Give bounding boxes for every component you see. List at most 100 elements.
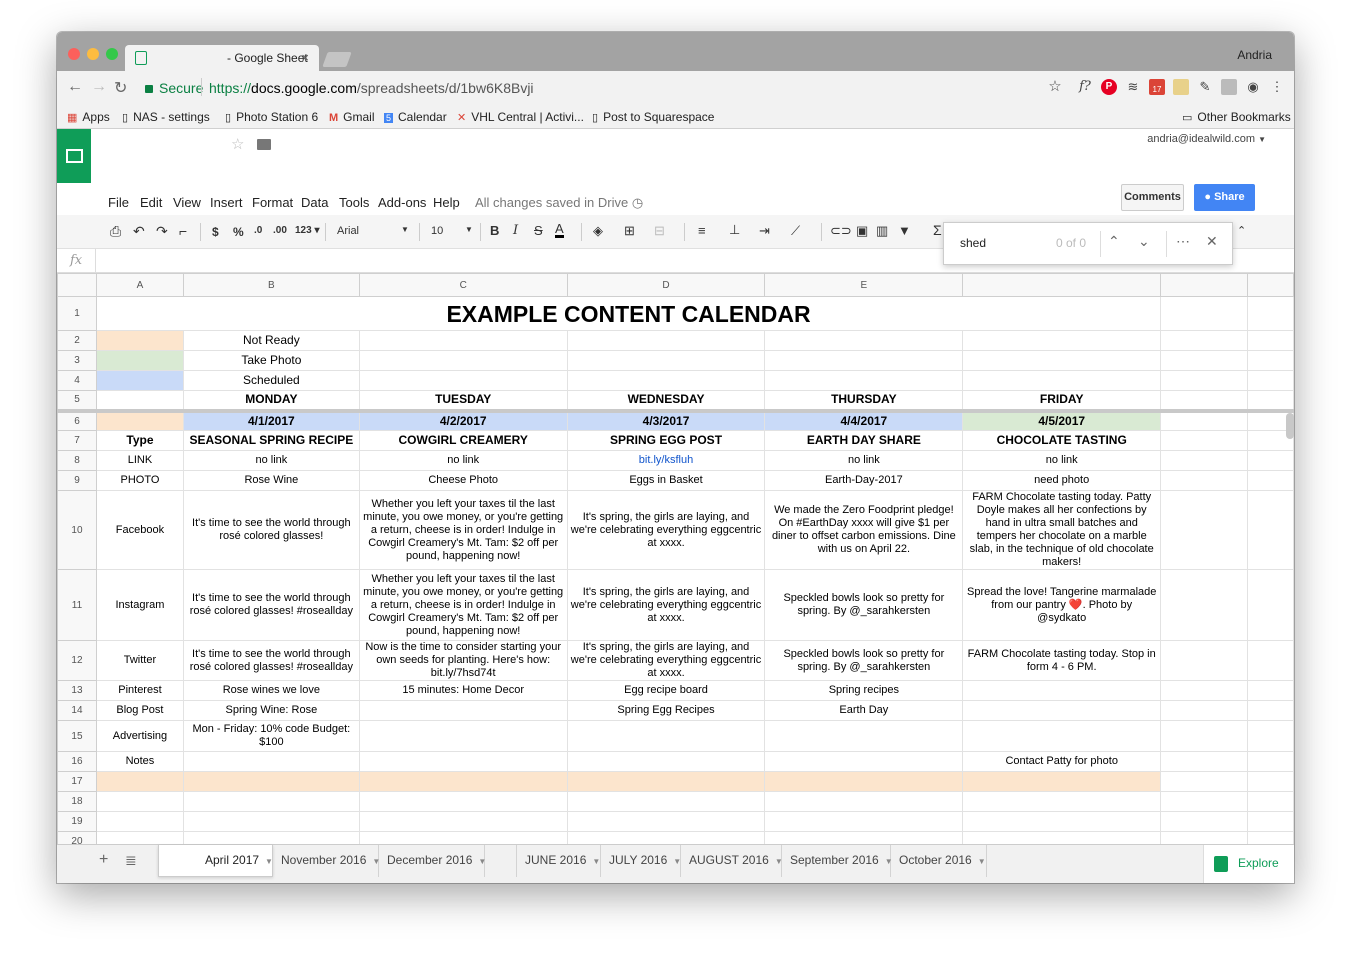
column-header[interactable]: B <box>182 273 360 297</box>
cell[interactable] <box>358 370 568 391</box>
cell[interactable] <box>1160 490 1248 570</box>
close-tab-icon[interactable]: × <box>301 50 309 65</box>
cell[interactable] <box>566 720 766 752</box>
row-header[interactable]: 8 <box>57 450 97 471</box>
cell[interactable] <box>1247 296 1294 331</box>
sheet-tab[interactable]: AUGUST 2016 ▼ <box>681 845 783 877</box>
cell[interactable] <box>764 811 964 832</box>
bookmark-star-icon[interactable]: ☆ <box>1047 79 1063 95</box>
row-label[interactable]: LINK <box>95 450 184 471</box>
row-header[interactable]: 19 <box>57 811 97 832</box>
cell[interactable] <box>962 350 1162 371</box>
cell[interactable] <box>1160 410 1248 431</box>
cell[interactable] <box>1160 720 1248 752</box>
share-button[interactable]: ● Share <box>1194 184 1255 211</box>
cell[interactable] <box>1160 370 1248 391</box>
text-wrap-icon[interactable]: ⇥ <box>759 223 770 239</box>
menu-addons[interactable]: Add-ons <box>378 195 426 210</box>
insert-link-icon[interactable]: ⊂⊃ <box>830 223 852 239</box>
cell[interactable]: Eggs in Basket <box>566 470 766 491</box>
cell[interactable] <box>764 720 964 752</box>
cell[interactable]: need photo <box>962 470 1162 491</box>
cell[interactable] <box>1160 751 1248 772</box>
cell[interactable] <box>358 811 568 832</box>
cell[interactable] <box>1247 350 1294 371</box>
vertical-scrollbar[interactable] <box>1286 413 1294 439</box>
cell[interactable]: It's time to see the world through rosé … <box>182 490 360 570</box>
bookmark-apps[interactable]: ▦ Apps <box>67 110 110 124</box>
cell[interactable] <box>962 370 1162 391</box>
all-sheets-icon[interactable]: ≣ <box>125 852 137 869</box>
forward-arrow-icon[interactable]: → <box>91 78 107 96</box>
collapse-header-icon[interactable]: ⌃ <box>1237 224 1246 237</box>
post-type-cell[interactable]: SPRING EGG POST <box>566 430 766 451</box>
cell[interactable] <box>358 720 568 752</box>
cell[interactable] <box>962 791 1162 812</box>
filter-icon[interactable]: ▼ <box>898 223 911 238</box>
close-window-button[interactable] <box>68 48 80 60</box>
cell[interactable] <box>1160 811 1248 832</box>
cell[interactable]: Speckled bowls look so pretty for spring… <box>764 640 964 681</box>
calendar-title[interactable]: EXAMPLE CONTENT CALENDAR <box>95 296 1162 331</box>
cell[interactable] <box>1160 680 1248 701</box>
cell[interactable] <box>962 771 1162 792</box>
percent-format-button[interactable]: % <box>233 225 244 239</box>
redo-icon[interactable]: ↷ <box>156 223 168 240</box>
cell[interactable]: Spring recipes <box>764 680 964 701</box>
reload-icon[interactable]: ↻ <box>114 78 127 98</box>
more-formats-button[interactable]: 123 ▾ <box>295 225 320 236</box>
cell[interactable] <box>95 811 184 832</box>
date-cell[interactable]: 4/3/2017 <box>566 410 766 431</box>
back-arrow-icon[interactable]: ← <box>67 78 83 96</box>
row-label[interactable]: Advertising <box>95 720 184 752</box>
cell[interactable] <box>1160 430 1248 451</box>
folder-icon[interactable] <box>257 139 271 150</box>
cell[interactable] <box>1247 771 1294 792</box>
cell[interactable] <box>764 771 964 792</box>
row-header[interactable]: 14 <box>57 700 97 721</box>
cell[interactable] <box>962 700 1162 721</box>
legend-swatch-take-photo[interactable] <box>95 350 184 371</box>
cell[interactable]: Rose wines we love <box>182 680 360 701</box>
cell[interactable]: Spring Egg Recipes <box>566 700 766 721</box>
menu-insert[interactable]: Insert <box>210 195 243 210</box>
day-header[interactable]: TUESDAY <box>358 390 568 413</box>
cell[interactable] <box>1247 330 1294 351</box>
cell[interactable]: Whether you left your taxes til the last… <box>358 490 568 570</box>
cell[interactable]: Contact Patty for photo <box>962 751 1162 772</box>
row-header[interactable]: 2 <box>57 330 97 351</box>
menu-file[interactable]: File <box>108 195 129 210</box>
sheet-tab-active[interactable]: April 2017 ▼ <box>158 845 273 877</box>
column-header[interactable]: C <box>358 273 568 297</box>
close-find-icon[interactable]: ✕ <box>1206 233 1218 250</box>
decrease-decimal-button[interactable]: .0 <box>254 225 262 236</box>
cell[interactable] <box>358 350 568 371</box>
cell[interactable]: Spring Wine: Rose <box>182 700 360 721</box>
cell[interactable] <box>1160 330 1248 351</box>
cell[interactable]: no link <box>358 450 568 471</box>
cell[interactable]: Mon - Friday: 10% code Budget: $100 <box>182 720 360 752</box>
url-text[interactable]: https://docs.google.com/spreadsheets/d/1… <box>201 78 534 96</box>
day-header[interactable]: WEDNESDAY <box>566 390 766 413</box>
font-size-select[interactable]: 10 ▼ <box>431 225 473 237</box>
cell[interactable] <box>1247 450 1294 471</box>
cell[interactable] <box>566 330 766 351</box>
row-header[interactable]: 13 <box>57 680 97 701</box>
post-type-cell[interactable]: SEASONAL SPRING RECIPE <box>182 430 360 451</box>
fill-color-icon[interactable]: ◈ <box>593 223 603 239</box>
legend-label[interactable]: Scheduled <box>182 370 360 391</box>
row-header[interactable]: 18 <box>57 791 97 812</box>
row-label[interactable]: Twitter <box>95 640 184 681</box>
cell[interactable]: Earth Day <box>764 700 964 721</box>
cell[interactable] <box>1160 791 1248 812</box>
column-header[interactable]: A <box>95 273 184 297</box>
legend-label[interactable]: Take Photo <box>182 350 360 371</box>
find-previous-icon[interactable]: ⌃ <box>1108 233 1120 250</box>
camera-icon[interactable]: ◉ <box>1245 79 1261 95</box>
cell[interactable] <box>358 330 568 351</box>
menu-view[interactable]: View <box>173 195 201 210</box>
sheet-tab[interactable]: JULY 2016 ▼ <box>601 845 681 877</box>
cell[interactable]: no link <box>962 450 1162 471</box>
cell[interactable]: It's time to see the world through rosé … <box>182 569 360 641</box>
cell[interactable] <box>1247 811 1294 832</box>
